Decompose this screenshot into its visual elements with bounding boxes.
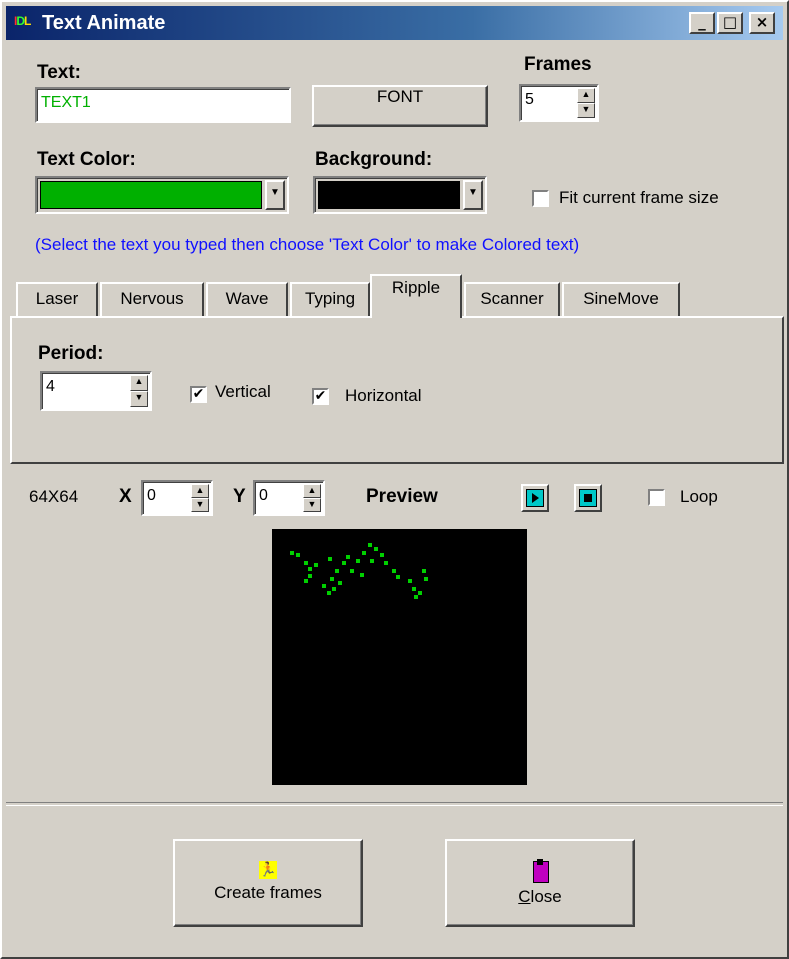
horizontal-label: Horizontal [345, 386, 422, 405]
close-label: Close [518, 887, 562, 906]
horizontal-checkbox[interactable]: ✔ [312, 388, 329, 405]
period-value: 4 [46, 378, 55, 395]
text-input-value: TEXT1 [41, 94, 91, 111]
x-value: 0 [147, 487, 156, 504]
text-input[interactable]: TEXT1 [35, 87, 291, 123]
x-spin-buttons[interactable]: ▲ ▼ [191, 484, 209, 512]
y-value: 0 [259, 487, 268, 504]
y-label: Y [233, 486, 246, 507]
preview-canvas [272, 529, 527, 785]
vertical-checkbox[interactable]: ✔ [190, 386, 207, 403]
text-color-swatch [40, 181, 262, 209]
frames-spin-buttons[interactable]: ▲ ▼ [577, 88, 595, 118]
loop-checkbox[interactable] [648, 489, 665, 506]
fit-frame-checkbox[interactable] [532, 190, 549, 207]
frames-value: 5 [525, 91, 534, 108]
create-frames-button[interactable]: 🏃 Create frames [173, 839, 363, 927]
text-color-combo[interactable]: ▼ [35, 176, 289, 214]
spin-down-icon[interactable]: ▼ [577, 103, 595, 118]
background-label: Background: [315, 149, 433, 170]
tab-typing[interactable]: Typing [290, 282, 370, 316]
preview-label: Preview [366, 486, 438, 507]
tab-laser[interactable]: Laser [16, 282, 98, 316]
loop-label: Loop [680, 487, 718, 506]
play-button[interactable] [521, 484, 549, 512]
tab-ripple[interactable]: Ripple [370, 274, 462, 318]
font-button[interactable]: FONT [312, 85, 488, 127]
minimize-button[interactable]: _ [689, 12, 715, 34]
frames-spinner[interactable]: 5 ▲ ▼ [519, 84, 599, 122]
y-spinner[interactable]: 0 ▲ ▼ [253, 480, 325, 516]
play-icon [526, 489, 544, 507]
close-button[interactable]: Close [445, 839, 635, 927]
spin-up-icon[interactable]: ▲ [191, 484, 209, 498]
text-animate-window: IDL Text Animate _ □ × Text: TEXT1 FONT … [0, 0, 789, 959]
create-frames-label: Create frames [214, 883, 322, 902]
text-color-label: Text Color: [37, 149, 136, 170]
preview-ripple-text [290, 543, 428, 599]
app-logo-icon: IDL [14, 14, 31, 28]
bottom-separator [6, 802, 783, 806]
fit-frame-label: Fit current frame size [559, 188, 719, 207]
x-spinner[interactable]: 0 ▲ ▼ [141, 480, 213, 516]
period-label: Period: [38, 343, 104, 364]
period-spinner[interactable]: 4 ▲ ▼ [40, 371, 152, 411]
window-title: Text Animate [42, 12, 166, 34]
tab-sinemove[interactable]: SineMove [562, 282, 680, 316]
spin-up-icon[interactable]: ▲ [577, 88, 595, 103]
text-label: Text: [37, 62, 81, 83]
stop-button[interactable] [574, 484, 602, 512]
close-window-button[interactable]: × [749, 12, 775, 34]
door-exit-icon [531, 859, 549, 883]
tab-nervous[interactable]: Nervous [100, 282, 204, 316]
spin-up-icon[interactable]: ▲ [130, 375, 148, 391]
x-label: X [119, 486, 132, 507]
running-man-icon: 🏃 [259, 861, 277, 879]
preview-size-label: 64X64 [29, 487, 79, 506]
chevron-down-icon[interactable]: ▼ [265, 180, 285, 210]
tab-wave[interactable]: Wave [206, 282, 288, 316]
chevron-down-icon[interactable]: ▼ [463, 180, 483, 210]
ripple-panel: Period: 4 ▲ ▼ ✔ Vertical ✔ Horizontal [10, 316, 784, 464]
tab-scanner[interactable]: Scanner [464, 282, 560, 316]
background-color-swatch [318, 181, 460, 209]
frames-label: Frames [524, 54, 592, 75]
period-spin-buttons[interactable]: ▲ ▼ [130, 375, 148, 407]
hint-text: (Select the text you typed then choose '… [35, 235, 580, 254]
background-color-combo[interactable]: ▼ [313, 176, 487, 214]
spin-down-icon[interactable]: ▼ [130, 391, 148, 407]
y-spin-buttons[interactable]: ▲ ▼ [303, 484, 321, 512]
spin-down-icon[interactable]: ▼ [191, 498, 209, 512]
spin-down-icon[interactable]: ▼ [303, 498, 321, 512]
maximize-button[interactable]: □ [717, 12, 743, 34]
vertical-label: Vertical [215, 382, 271, 401]
title-bar[interactable]: IDL Text Animate _ □ × [6, 6, 783, 40]
stop-icon [579, 489, 597, 507]
spin-up-icon[interactable]: ▲ [303, 484, 321, 498]
